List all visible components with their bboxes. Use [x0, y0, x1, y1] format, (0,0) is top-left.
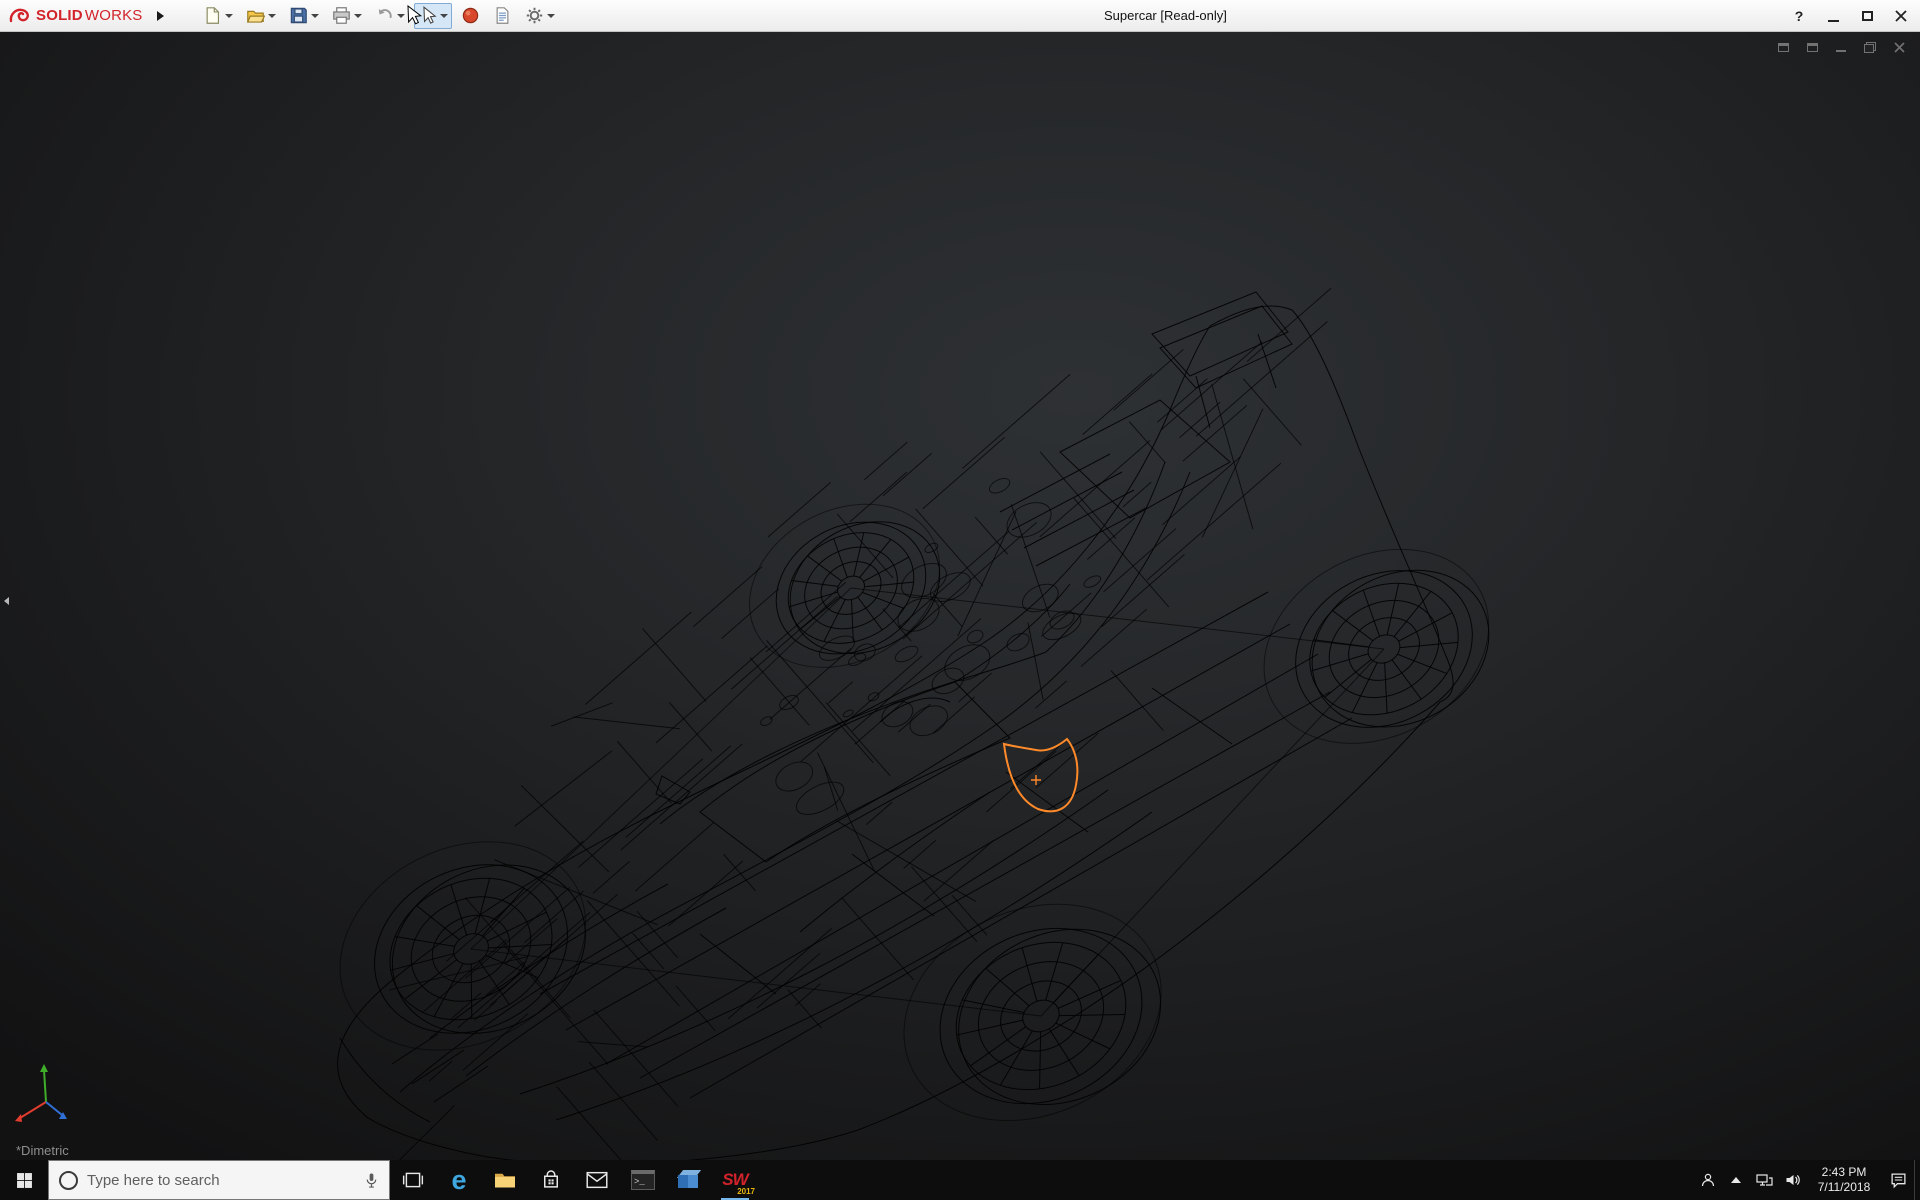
maximize-icon — [1862, 11, 1873, 21]
volume-button[interactable] — [1778, 1160, 1806, 1200]
file-properties-icon — [493, 6, 512, 25]
rebuild-button[interactable] — [457, 3, 484, 29]
save-floppy-icon — [289, 6, 308, 25]
dropdown-arrow-icon[interactable] — [397, 14, 405, 18]
people-button[interactable] — [1694, 1160, 1722, 1200]
logo-text-solid: SOLID — [36, 7, 83, 24]
taskbar-clock[interactable]: 2:43 PM 7/11/2018 — [1806, 1160, 1882, 1200]
task-view-icon — [402, 1171, 424, 1189]
cube-app-icon — [678, 1169, 700, 1191]
clock-time: 2:43 PM — [1822, 1165, 1867, 1180]
speaker-icon — [1784, 1172, 1801, 1188]
undo-button[interactable] — [371, 3, 409, 29]
action-center-button[interactable] — [1882, 1160, 1914, 1200]
solidworks-taskbar-button[interactable]: SW 2017 — [712, 1160, 758, 1200]
solidworks-logo: SOLIDWORKS — [0, 7, 143, 25]
show-desktop-button[interactable] — [1914, 1160, 1920, 1200]
options-button[interactable] — [521, 3, 559, 29]
minimize-button[interactable] — [1816, 0, 1850, 32]
view-orientation-label: *Dimetric — [16, 1143, 69, 1158]
doc-window-icon-1[interactable] — [1772, 38, 1794, 56]
standard-toolbar — [199, 3, 559, 29]
doc-window-icon-2[interactable] — [1801, 38, 1823, 56]
cortana-icon — [59, 1171, 78, 1190]
open-button[interactable] — [242, 3, 280, 29]
network-icon — [1756, 1172, 1773, 1188]
windows-logo-icon — [16, 1172, 33, 1189]
ds-logo-icon — [8, 7, 34, 25]
save-button[interactable] — [285, 3, 323, 29]
terminal-button[interactable]: >_ — [620, 1160, 666, 1200]
select-cursor-icon — [418, 6, 437, 25]
document-window-controls — [1772, 38, 1910, 56]
select-button[interactable] — [414, 3, 452, 29]
show-hidden-icons-button[interactable] — [1722, 1160, 1750, 1200]
start-button[interactable] — [0, 1160, 48, 1200]
logo-text-works: WORKS — [85, 7, 143, 24]
edge-button[interactable]: e — [436, 1160, 482, 1200]
doc-restore-button[interactable] — [1859, 38, 1881, 56]
close-icon — [1895, 10, 1907, 22]
print-icon — [332, 6, 351, 25]
file-properties-button[interactable] — [489, 3, 516, 29]
dropdown-arrow-icon[interactable] — [268, 14, 276, 18]
featuremanager-flyout-arrow[interactable] — [0, 588, 12, 614]
solidworks-year-label: 2017 — [737, 1187, 755, 1196]
graphics-area[interactable]: *Dimetric — [0, 32, 1920, 1160]
reference-triad — [15, 1064, 67, 1122]
store-button[interactable] — [528, 1160, 574, 1200]
task-view-button[interactable] — [390, 1160, 436, 1200]
undo-icon — [375, 6, 394, 25]
terminal-icon: >_ — [631, 1170, 655, 1190]
doc-minimize-icon — [1836, 50, 1846, 52]
close-button[interactable] — [1884, 0, 1918, 32]
new-document-button[interactable] — [199, 3, 237, 29]
dropdown-arrow-icon[interactable] — [440, 14, 448, 18]
mail-icon — [586, 1171, 608, 1189]
chevron-up-icon — [1731, 1177, 1741, 1183]
dropdown-arrow-icon[interactable] — [311, 14, 319, 18]
store-icon — [541, 1170, 561, 1190]
options-gear-icon — [525, 6, 544, 25]
doc-close-icon — [1894, 42, 1905, 53]
clock-date: 7/11/2018 — [1818, 1180, 1871, 1195]
rebuild-icon — [461, 6, 480, 25]
cube-app-button[interactable] — [666, 1160, 712, 1200]
new-document-icon — [203, 6, 222, 25]
window-title: Supercar [Read-only] — [1104, 0, 1227, 32]
network-button[interactable] — [1750, 1160, 1778, 1200]
minimize-icon — [1828, 20, 1839, 22]
microphone-icon[interactable] — [364, 1172, 379, 1189]
people-icon — [1700, 1172, 1716, 1188]
doc-close-button[interactable] — [1888, 38, 1910, 56]
taskbar-search-box[interactable] — [48, 1160, 390, 1200]
action-center-icon — [1890, 1172, 1907, 1189]
file-explorer-icon — [493, 1170, 517, 1190]
doc-restore-icon — [1864, 42, 1876, 53]
doc-minimize-button[interactable] — [1830, 38, 1852, 56]
car-wireframe — [0, 32, 1920, 1160]
file-explorer-button[interactable] — [482, 1160, 528, 1200]
system-tray: 2:43 PM 7/11/2018 — [1694, 1160, 1920, 1200]
maximize-button[interactable] — [1850, 0, 1884, 32]
open-folder-icon — [246, 6, 265, 25]
search-input[interactable] — [87, 1172, 355, 1189]
print-button[interactable] — [328, 3, 366, 29]
menu-expand-arrow[interactable] — [151, 3, 171, 29]
windows-taskbar: e >_ SW 2017 — [0, 1160, 1920, 1200]
edge-icon: e — [451, 1167, 466, 1194]
mail-button[interactable] — [574, 1160, 620, 1200]
help-button[interactable]: ? — [1782, 0, 1816, 32]
dropdown-arrow-icon[interactable] — [225, 14, 233, 18]
dropdown-arrow-icon[interactable] — [547, 14, 555, 18]
dropdown-arrow-icon[interactable] — [354, 14, 362, 18]
window-controls: ? — [1782, 0, 1918, 32]
titlebar: SOLIDWORKS — [0, 0, 1920, 32]
